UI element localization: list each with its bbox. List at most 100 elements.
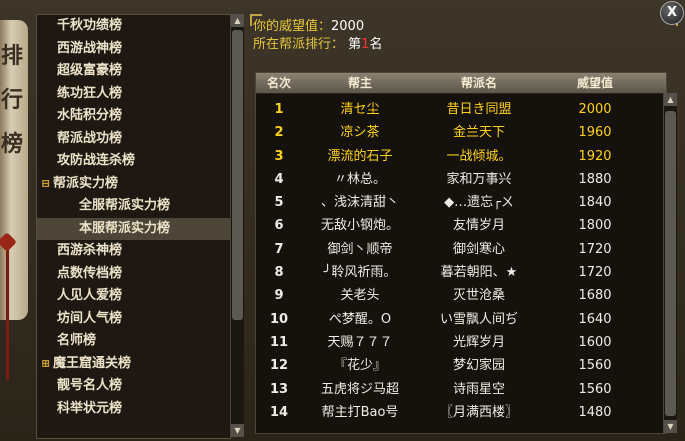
rank-cell: 2	[274, 125, 284, 141]
list-item[interactable]: ⊞ 魔王窟通关榜	[37, 353, 230, 376]
collapse-icon[interactable]: ⊟	[41, 173, 53, 196]
list-item-label: 超级富豪榜	[57, 63, 123, 78]
list-item-label: 西游杀神榜	[57, 243, 123, 258]
table-row[interactable]: 7 御剑丶顺帝 御剑寒心 1720	[256, 238, 666, 261]
list-item[interactable]: 靓号名人榜	[37, 375, 230, 398]
rank-cell: 14	[269, 404, 289, 420]
list-item[interactable]: 千秋功绩榜	[37, 15, 230, 38]
table-row[interactable]: 4 〃林总。 家和万事兴 1880	[256, 168, 666, 191]
scroll-down-arrow-icon[interactable]: ▼	[231, 424, 244, 437]
table-row[interactable]: 15	[256, 424, 666, 428]
title-char: 行	[1, 87, 24, 113]
table-body: 1 清セ尘 昔日き同盟 2000 2 凉シ茶 金兰天下 1960 3 漂流的石子 一战倾城。 1920…	[256, 94, 666, 428]
list-item[interactable]: 攻防战连杀榜	[37, 150, 230, 173]
list-item-label: 名师榜	[57, 333, 97, 348]
player-info: 你的威望值：2000 所在帮派排行： 第1名	[253, 18, 668, 66]
list-item-label: 帮派实力榜	[53, 175, 119, 191]
rank-cell: 10	[269, 311, 289, 327]
prestige-cell: 1920	[578, 148, 612, 164]
table-row[interactable]: 12 『花少』 梦幻家园 1560	[256, 354, 666, 377]
rank-cell: 11	[269, 334, 289, 350]
category-items: 千秋功绩榜西游战神榜超级富豪榜练功狂人榜 水陆积分榜帮派战功榜攻防战连杀榜 ⊟ 帮派实…	[37, 15, 230, 420]
leader-cell: 天赐７７７	[327, 334, 393, 350]
table-row[interactable]: 1 清セ尘 昔日き同盟 2000	[256, 98, 666, 121]
table-scrollbar[interactable]: ▲ ▼	[663, 93, 677, 433]
list-item[interactable]: 本服帮派实力榜	[37, 217, 230, 240]
table-row[interactable]: 5 、浅沫清甜丶 ◆…遗忘┌ㄨ 1840	[256, 191, 666, 214]
list-item-label: 西游战神榜	[57, 40, 123, 56]
column-header-guild: 帮派名	[460, 76, 497, 90]
leader-cell: 关老头	[340, 288, 380, 304]
leader-cell: 清セ尘	[340, 102, 380, 117]
rank-cell: 8	[274, 265, 284, 281]
tassel-decoration	[6, 250, 9, 380]
table-row[interactable]: 3 漂流的石子 一战倾城。 1920	[256, 145, 666, 168]
prestige-cell: 1640	[578, 311, 612, 327]
list-item[interactable]: 帮派战功榜	[37, 128, 230, 151]
list-item-label: 点数传档榜	[57, 265, 123, 281]
list-item[interactable]: 点数传档榜	[37, 263, 230, 286]
rank-cell: 1	[274, 102, 284, 117]
title-char: 榜	[1, 131, 24, 157]
list-item[interactable]: 练功狂人榜	[37, 83, 230, 106]
scroll-up-arrow-icon[interactable]: ▲	[664, 93, 677, 106]
scroll-thumb[interactable]	[232, 30, 243, 320]
table-row[interactable]: 11 天赐７７７ 光辉岁月 1600	[256, 331, 666, 354]
category-list: 千秋功绩榜西游战神榜超级富豪榜练功狂人榜 水陆积分榜帮派战功榜攻防战连杀榜 ⊟ 帮派实…	[36, 14, 231, 439]
close-button[interactable]: X	[660, 1, 684, 25]
scroll-up-arrow-icon[interactable]: ▲	[231, 14, 244, 27]
table-header: 名次 帮主 帮派名 威望值	[256, 73, 666, 94]
table-row[interactable]: 9 关老头 灭世沧桑 1680	[256, 284, 666, 307]
guild-cell: 御剑寒心	[452, 241, 505, 257]
table-row[interactable]: 2 凉シ茶 金兰天下 1960	[256, 121, 666, 144]
list-item-label: 科举状元榜	[57, 400, 123, 416]
prestige-cell: 1880	[578, 171, 612, 187]
expand-icon[interactable]: ⊞	[41, 353, 53, 376]
rank-cell: 13	[269, 381, 289, 397]
list-item[interactable]: 水陆积分榜	[37, 105, 230, 128]
rank-cell: 6	[274, 218, 284, 234]
leader-cell: ぺ梦醒。O	[328, 311, 392, 327]
table-row[interactable]: 13 五虎将ジ马超 诗雨星空 1560	[256, 378, 666, 401]
guild-cell: ◆…遗忘┌ㄨ	[444, 195, 514, 211]
guild-cell: 一战倾城。	[446, 148, 512, 164]
list-item[interactable]: 西游杀神榜	[37, 240, 230, 263]
prestige-cell: 1560	[578, 358, 612, 374]
list-item-label: 全服帮派实力榜	[79, 198, 171, 213]
guild-cell: 金兰天下	[452, 125, 505, 141]
leader-cell: 、浅沫清甜丶	[320, 195, 399, 211]
rank-cell: 3	[274, 148, 284, 164]
table-row[interactable]: 8 ╯聆风祈雨。 暮若朝阳、★ 1720	[256, 261, 666, 284]
guild-cell: 梦幻家园	[452, 358, 505, 374]
list-item-label: 帮派战功榜	[57, 130, 123, 146]
guild-cell: 光辉岁月	[452, 334, 505, 350]
table-row[interactable]: 6 无敌小钢炮。 友情岁月 1800	[256, 214, 666, 237]
prestige-cell: 1800	[578, 218, 612, 234]
list-item[interactable]: 坊间人气榜	[37, 308, 230, 331]
leader-cell	[302, 424, 418, 428]
scroll-down-arrow-icon[interactable]: ▼	[664, 420, 677, 433]
guild-cell	[418, 424, 540, 428]
list-item[interactable]: 全服帮派实力榜	[37, 195, 230, 218]
guild-cell: 暮若朝阳、★	[440, 265, 518, 281]
rank-cell: 7	[274, 241, 284, 257]
rank-cell: 4	[274, 171, 284, 187]
table-row[interactable]: 14 帮主打Bao号 〖月满西楼〗 1480	[256, 401, 666, 424]
list-item[interactable]: ⊟ 帮派实力榜	[37, 173, 230, 196]
prestige-cell: 1680	[578, 288, 612, 304]
guild-cell: い雪飘人间ぢ	[439, 311, 518, 327]
list-item[interactable]: 人见人爱榜	[37, 285, 230, 308]
list-item[interactable]: 科举状元榜	[37, 398, 230, 421]
column-header-leader: 帮主	[347, 76, 372, 90]
leader-cell: ╯聆风祈雨。	[323, 265, 397, 281]
scroll-thumb[interactable]	[665, 111, 676, 416]
list-item[interactable]: 名师榜	[37, 330, 230, 353]
rank-prefix: 第	[348, 37, 362, 52]
list-item[interactable]: 西游战神榜	[37, 38, 230, 61]
list-item[interactable]: 超级富豪榜	[37, 60, 230, 83]
category-scrollbar[interactable]: ▲ ▼	[230, 14, 244, 437]
column-header-rank: 名次	[266, 76, 291, 90]
leader-cell: 帮主打Bao号	[321, 404, 399, 420]
rank-label: 所在帮派排行：	[253, 37, 345, 52]
table-row[interactable]: 10 ぺ梦醒。O い雪飘人间ぢ 1640	[256, 308, 666, 331]
